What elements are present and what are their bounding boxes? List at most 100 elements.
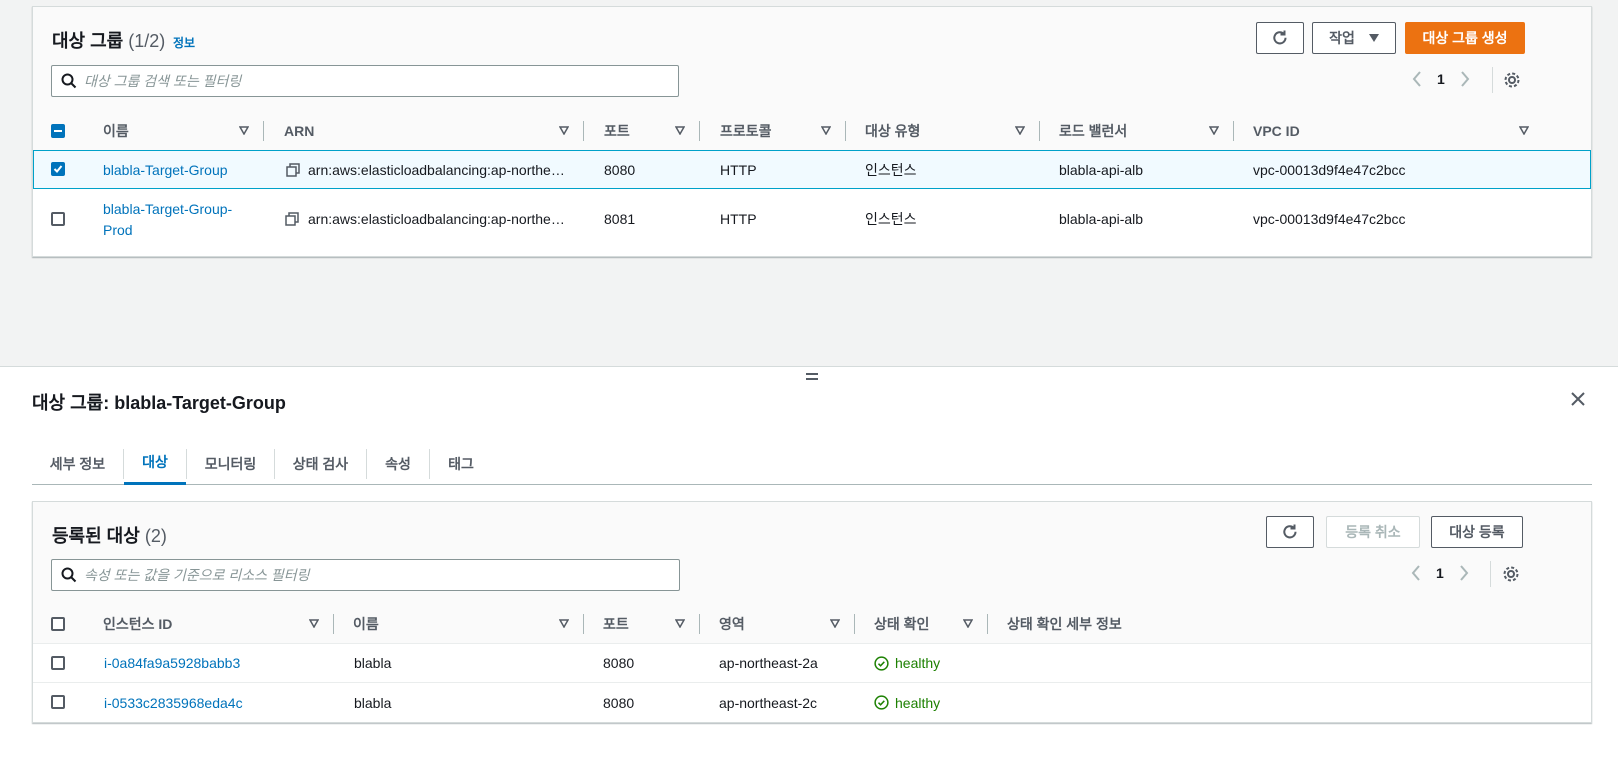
close-icon[interactable] bbox=[1570, 391, 1586, 407]
drag-handle-icon[interactable] bbox=[806, 373, 818, 383]
instance-id-link[interactable]: i-0a84fa9a5928babb3 bbox=[104, 644, 240, 682]
sort-caret-icon[interactable] bbox=[963, 619, 973, 628]
col-name[interactable]: 이름 bbox=[103, 111, 129, 151]
column-divider[interactable] bbox=[1233, 121, 1234, 141]
check-circle-icon bbox=[874, 695, 889, 710]
column-divider[interactable] bbox=[583, 121, 584, 141]
row-checkbox[interactable] bbox=[51, 695, 65, 709]
col-port[interactable]: 포트 bbox=[603, 604, 629, 644]
column-divider[interactable] bbox=[845, 121, 846, 141]
page-number[interactable]: 1 bbox=[1436, 565, 1444, 581]
page-number[interactable]: 1 bbox=[1437, 71, 1445, 87]
col-health-status-label: 상태 확인 bbox=[874, 616, 930, 632]
vpc-id-value: vpc-00013d9f4e47c2bcc bbox=[1253, 161, 1406, 178]
actions-button[interactable]: 작업 bbox=[1312, 22, 1396, 54]
target-group-search-input[interactable] bbox=[84, 66, 670, 96]
sort-caret-icon[interactable] bbox=[309, 619, 319, 628]
col-name[interactable]: 이름 bbox=[353, 604, 379, 644]
col-instance-id-label: 인스턴스 ID bbox=[103, 616, 173, 632]
col-instance-id[interactable]: 인스턴스 ID bbox=[103, 604, 172, 644]
create-target-group-button[interactable]: 대상 그룹 생성 bbox=[1405, 22, 1525, 54]
refresh-targets-button[interactable] bbox=[1266, 516, 1314, 548]
col-load-balancer[interactable]: 로드 밸런서 bbox=[1059, 111, 1127, 151]
row-checkbox[interactable] bbox=[51, 656, 65, 670]
zone-value: ap-northeast-2c bbox=[719, 694, 818, 711]
target-group-name-link[interactable]: blabla-Target-Group bbox=[103, 151, 228, 188]
sort-caret-icon[interactable] bbox=[559, 619, 569, 628]
target-group-search[interactable] bbox=[51, 65, 679, 97]
sort-caret-icon[interactable] bbox=[1015, 126, 1025, 135]
row-checkbox[interactable] bbox=[51, 162, 65, 176]
tab-tags[interactable]: 태그 bbox=[430, 442, 492, 485]
register-targets-button[interactable]: 대상 등록 bbox=[1431, 516, 1523, 548]
name-line-2[interactable]: Prod bbox=[103, 220, 232, 241]
target-group-name-link[interactable]: blabla-Target-Group- Prod bbox=[103, 199, 232, 241]
column-divider[interactable] bbox=[1039, 121, 1040, 141]
col-zone[interactable]: 영역 bbox=[719, 604, 745, 644]
copy-icon[interactable] bbox=[286, 163, 300, 177]
column-divider[interactable] bbox=[699, 121, 700, 141]
sort-caret-icon[interactable] bbox=[675, 126, 685, 135]
arn-value: arn:aws:elasticloadbalancing:ap-northe… bbox=[308, 161, 565, 178]
chevron-right-icon[interactable] bbox=[1458, 564, 1470, 582]
registered-title-text: 등록된 대상 bbox=[52, 526, 140, 546]
tab-attributes[interactable]: 속성 bbox=[367, 442, 429, 485]
tab-targets[interactable]: 대상 bbox=[124, 442, 186, 485]
arn-value: arn:aws:elasticloadbalancing:ap-northe… bbox=[308, 211, 565, 227]
row-checkbox[interactable] bbox=[51, 212, 65, 226]
col-health-details[interactable]: 상태 확인 세부 정보 bbox=[1007, 604, 1122, 644]
gear-icon[interactable] bbox=[1503, 71, 1521, 89]
column-divider[interactable] bbox=[699, 614, 700, 634]
col-protocol[interactable]: 프로토콜 bbox=[720, 111, 772, 151]
refresh-icon bbox=[1273, 30, 1287, 45]
chevron-left-icon[interactable] bbox=[1410, 564, 1422, 582]
sort-caret-icon[interactable] bbox=[1209, 126, 1219, 135]
sort-caret-icon[interactable] bbox=[239, 126, 249, 135]
col-vpc-id-label: VPC ID bbox=[1253, 123, 1300, 139]
refresh-button[interactable] bbox=[1256, 22, 1304, 54]
table-row[interactable]: i-0a84fa9a5928babb3 blabla 8080 ap-north… bbox=[33, 644, 1591, 683]
col-name-label: 이름 bbox=[353, 616, 379, 632]
chevron-left-icon[interactable] bbox=[1411, 70, 1423, 88]
sort-caret-icon[interactable] bbox=[830, 619, 840, 628]
target-groups-table-header: 이름 ARN 포트 프로토콜 대상 유형 로드 밸런서 VPC ID bbox=[33, 111, 1591, 151]
tab-health-checks[interactable]: 상태 검사 bbox=[275, 442, 366, 485]
name-line-1[interactable]: blabla-Target-Group- bbox=[103, 199, 232, 220]
target-groups-count: (1/2) bbox=[128, 31, 166, 51]
info-link[interactable]: 정보 bbox=[173, 34, 195, 51]
sort-caret-icon[interactable] bbox=[559, 126, 569, 135]
gear-icon[interactable] bbox=[1502, 565, 1520, 583]
port-value: 8080 bbox=[603, 694, 635, 711]
registered-targets-title: 등록된 대상 (2) bbox=[52, 522, 167, 548]
instance-name-value: blabla bbox=[354, 694, 392, 711]
chevron-right-icon[interactable] bbox=[1459, 70, 1471, 88]
table-row[interactable]: blabla-Target-Group arn:aws:elasticloadb… bbox=[33, 150, 1591, 189]
instance-id-link[interactable]: i-0533c2835968eda4c bbox=[104, 683, 243, 722]
sort-caret-icon[interactable] bbox=[675, 619, 685, 628]
col-port[interactable]: 포트 bbox=[604, 111, 630, 151]
select-all-checkbox[interactable] bbox=[51, 124, 65, 138]
registered-search-input[interactable] bbox=[84, 560, 671, 590]
registered-search[interactable] bbox=[51, 559, 680, 591]
sort-caret-icon[interactable] bbox=[821, 126, 831, 135]
column-divider[interactable] bbox=[583, 614, 584, 634]
table-row[interactable]: blabla-Target-Group- Prod arn:aws:elasti… bbox=[33, 189, 1591, 249]
deregister-button[interactable]: 등록 취소 bbox=[1326, 516, 1420, 548]
col-vpc-id[interactable]: VPC ID bbox=[1253, 111, 1300, 151]
col-target-type[interactable]: 대상 유형 bbox=[865, 111, 920, 151]
column-divider[interactable] bbox=[854, 614, 855, 634]
col-health-status[interactable]: 상태 확인 bbox=[874, 604, 929, 644]
column-divider[interactable] bbox=[987, 614, 988, 634]
tab-monitoring[interactable]: 모니터링 bbox=[187, 442, 274, 485]
select-all-checkbox[interactable] bbox=[51, 617, 65, 631]
table-row[interactable]: i-0533c2835968eda4c blabla 8080 ap-north… bbox=[33, 683, 1591, 722]
pager-divider bbox=[1490, 561, 1491, 587]
caret-down-icon bbox=[1368, 34, 1379, 42]
column-divider[interactable] bbox=[263, 121, 264, 141]
tab-details[interactable]: 세부 정보 bbox=[32, 442, 123, 485]
column-divider[interactable] bbox=[333, 614, 334, 634]
col-arn[interactable]: ARN bbox=[284, 111, 314, 151]
copy-icon[interactable] bbox=[285, 212, 299, 226]
health-status: healthy bbox=[874, 683, 940, 722]
sort-caret-icon[interactable] bbox=[1519, 126, 1529, 135]
